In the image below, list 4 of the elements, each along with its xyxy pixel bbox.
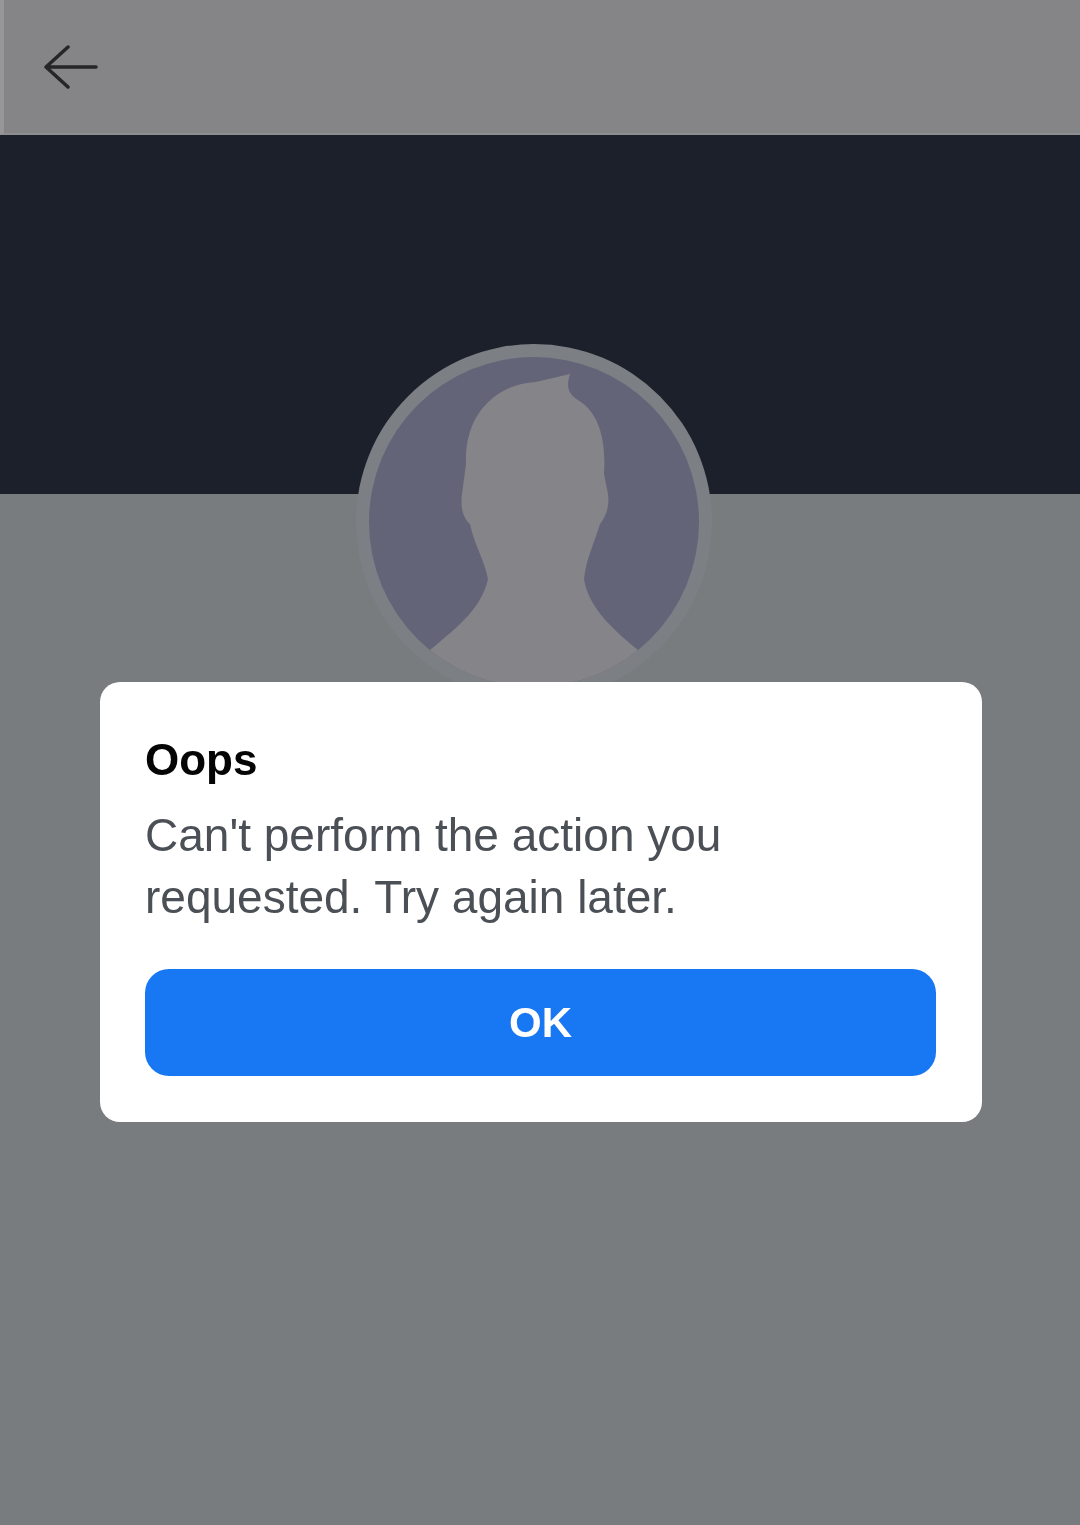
ok-button[interactable]: OK xyxy=(145,969,936,1076)
back-icon xyxy=(44,44,98,89)
dialog-title: Oops xyxy=(145,734,259,786)
dialog-message: Can't perform the action you requested. Try again later. xyxy=(145,808,723,925)
